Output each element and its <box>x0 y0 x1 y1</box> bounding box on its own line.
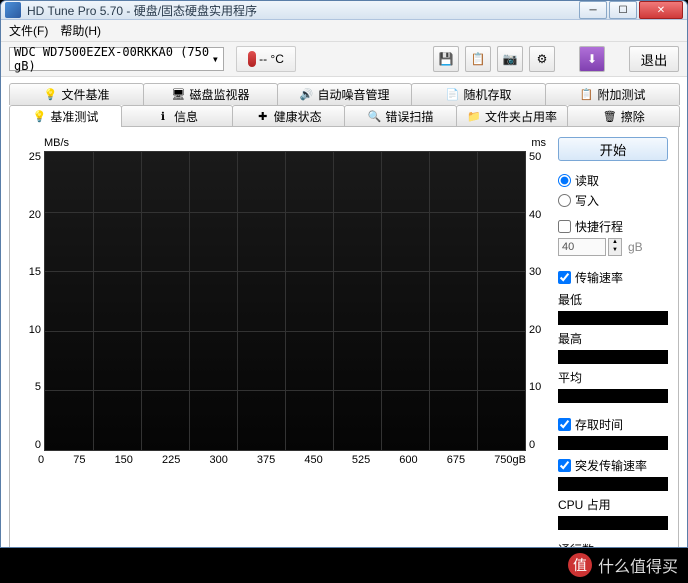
tab-row-2: 💡基准测试ℹ信息✚健康状态🔍错误扫描📁文件夹占用率🗑擦除 <box>9 105 679 127</box>
menubar: 文件(F) 帮助(H) <box>1 20 687 42</box>
drive-label: WDC WD7500EZEX-00RKKA0 (750 gB) <box>14 45 212 73</box>
shortstroke-spinner[interactable]: ▲▼ <box>608 238 622 256</box>
pass-label: 通行数 <box>558 541 668 548</box>
chart-area: MB/s ms 2520151050 50403020100 075150225… <box>20 137 548 548</box>
toolbar: WDC WD7500EZEX-00RKKA0 (750 gB) ▾ -- °C … <box>1 42 687 77</box>
down-button[interactable]: ⬇ <box>579 46 605 72</box>
avg-value <box>558 389 668 403</box>
screenshot-button[interactable]: 📷 <box>497 46 523 72</box>
drive-select[interactable]: WDC WD7500EZEX-00RKKA0 (750 gB) ▾ <box>9 47 224 71</box>
y-axis-left: 2520151050 <box>20 151 44 451</box>
shortstroke-label: 快捷行程 <box>575 218 623 235</box>
read-radio[interactable] <box>558 174 571 187</box>
tab-附加测试[interactable]: 📋附加测试 <box>545 83 680 105</box>
tab-icon: 🔊 <box>299 88 313 102</box>
chart-plot <box>44 151 526 451</box>
maximize-button[interactable]: ☐ <box>609 1 637 19</box>
titlebar: HD Tune Pro 5.70 - 硬盘/固态硬盘实用程序 ─ ☐ ✕ <box>1 1 687 20</box>
tab-icon: 🖥 <box>171 88 185 102</box>
cpu-label: CPU 占用 <box>558 496 668 513</box>
y-left-unit: MB/s <box>44 137 69 149</box>
dropdown-icon: ▾ <box>212 52 219 66</box>
tab-文件基准[interactable]: 💡文件基准 <box>9 83 144 105</box>
access-check[interactable] <box>558 418 571 431</box>
benchmark-panel: MB/s ms 2520151050 50403020100 075150225… <box>9 126 679 548</box>
read-label: 读取 <box>575 172 599 189</box>
tab-错误扫描[interactable]: 🔍错误扫描 <box>344 105 457 127</box>
watermark-text: 什么值得买 <box>598 553 678 577</box>
y-right-unit: ms <box>531 137 546 149</box>
thermometer-icon <box>248 51 256 67</box>
temp-value: -- °C <box>259 52 284 66</box>
tab-icon: 💡 <box>32 110 46 124</box>
menu-help[interactable]: 帮助(H) <box>60 22 101 39</box>
tab-icon: ✚ <box>256 110 270 124</box>
burst-value <box>558 477 668 491</box>
tab-icon: 📋 <box>579 88 593 102</box>
tab-随机存取[interactable]: 📄随机存取 <box>411 83 546 105</box>
write-radio[interactable] <box>558 194 571 207</box>
exit-button[interactable]: 退出 <box>629 46 679 72</box>
watermark-logo: 值 <box>568 553 592 577</box>
tab-row-1: 💡文件基准🖥磁盘监视器🔊自动噪音管理📄随机存取📋附加测试 <box>9 83 679 105</box>
max-value <box>558 350 668 364</box>
menu-file[interactable]: 文件(F) <box>9 22 48 39</box>
window-title: HD Tune Pro 5.70 - 硬盘/固态硬盘实用程序 <box>27 2 577 19</box>
tab-icon: 📄 <box>445 88 459 102</box>
access-label: 存取时间 <box>575 416 623 433</box>
min-label: 最低 <box>558 291 668 308</box>
access-value <box>558 436 668 450</box>
min-value <box>558 311 668 325</box>
tab-icon: 📁 <box>467 110 481 124</box>
x-axis: 075150225300375450525600675750gB <box>20 454 548 466</box>
tab-擦除[interactable]: 🗑擦除 <box>567 105 680 127</box>
y-axis-right: 50403020100 <box>526 151 548 451</box>
burst-check[interactable] <box>558 459 571 472</box>
tab-自动噪音管理[interactable]: 🔊自动噪音管理 <box>277 83 412 105</box>
save-button[interactable]: 💾 <box>433 46 459 72</box>
tab-icon: 💡 <box>43 88 57 102</box>
temperature-display: -- °C <box>236 46 296 72</box>
minimize-button[interactable]: ─ <box>579 1 607 19</box>
settings-button[interactable]: ⚙ <box>529 46 555 72</box>
tab-文件夹占用率[interactable]: 📁文件夹占用率 <box>456 105 569 127</box>
tab-icon: 🗑 <box>603 110 617 124</box>
transfer-check[interactable] <box>558 271 571 284</box>
tab-基准测试[interactable]: 💡基准测试 <box>9 105 122 127</box>
shortstroke-unit: gB <box>628 240 643 254</box>
tab-信息[interactable]: ℹ信息 <box>121 105 234 127</box>
avg-label: 平均 <box>558 369 668 386</box>
watermark: 值 什么值得买 <box>568 553 678 577</box>
shortstroke-value <box>558 238 606 256</box>
tab-icon: ℹ <box>156 110 170 124</box>
close-button[interactable]: ✕ <box>639 1 683 19</box>
burst-label: 突发传输速率 <box>575 457 647 474</box>
tab-磁盘监视器[interactable]: 🖥磁盘监视器 <box>143 83 278 105</box>
shortstroke-check[interactable] <box>558 220 571 233</box>
max-label: 最高 <box>558 330 668 347</box>
tab-健康状态[interactable]: ✚健康状态 <box>232 105 345 127</box>
write-label: 写入 <box>575 192 599 209</box>
copy-button[interactable]: 📋 <box>465 46 491 72</box>
side-panel: 开始 读取 写入 快捷行程 ▲▼ gB 传输速率 最低 最高 平均 存取时间 突… <box>558 137 668 548</box>
tab-icon: 🔍 <box>367 110 381 124</box>
start-button[interactable]: 开始 <box>558 137 668 161</box>
transfer-label: 传输速率 <box>575 269 623 286</box>
app-icon <box>5 2 21 18</box>
cpu-value <box>558 516 668 530</box>
